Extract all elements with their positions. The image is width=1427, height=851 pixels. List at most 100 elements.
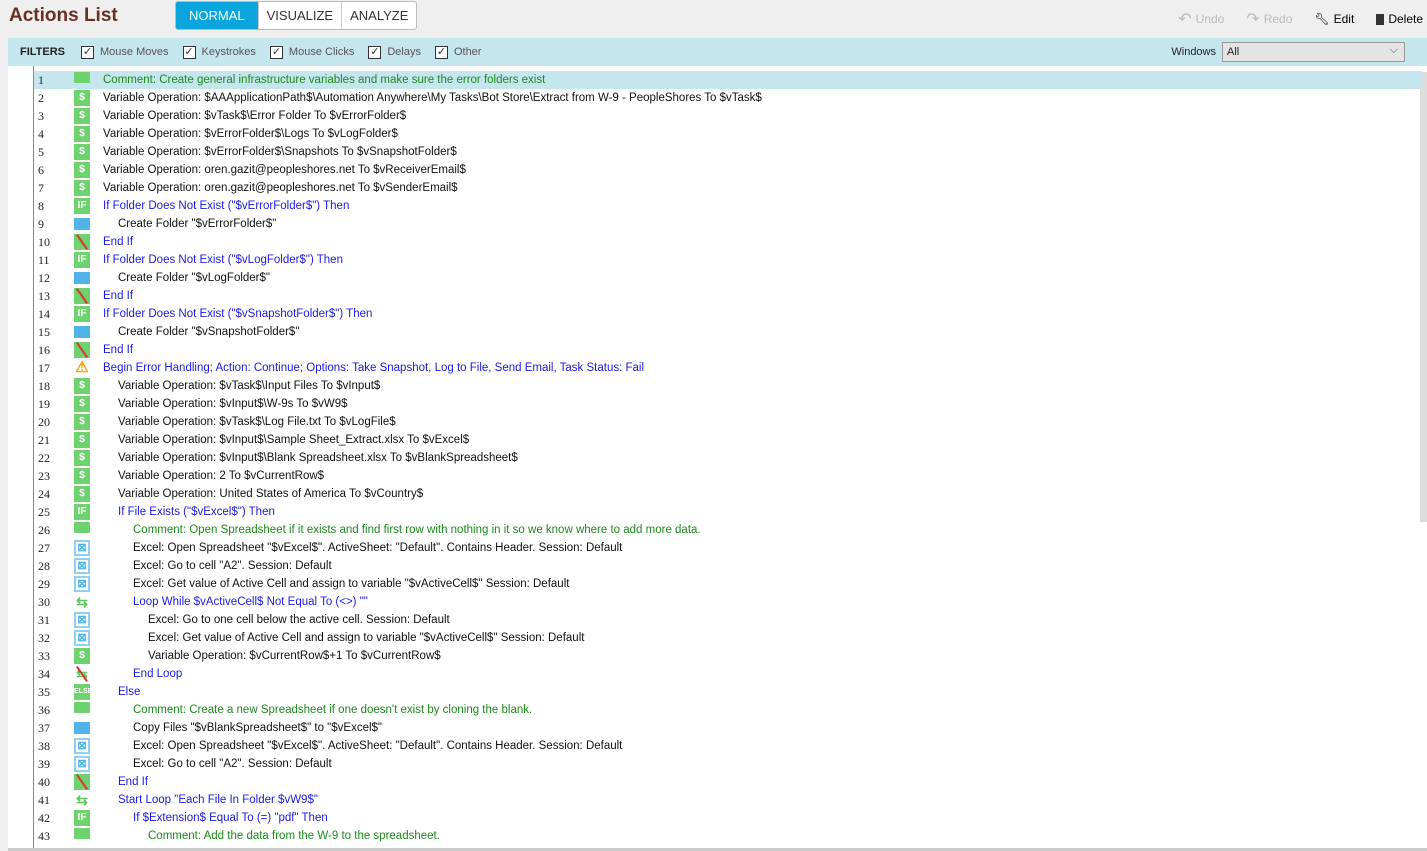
action-row[interactable]: 4 $ Variable Operation: $vErrorFolder$\L… [34,125,1422,143]
folder-icon [74,722,90,734]
action-row[interactable]: 43 Comment: Add the data from the W-9 to… [34,827,1422,845]
action-row[interactable]: 20 $ Variable Operation: $vTask$\Log Fil… [34,413,1422,431]
checkbox-checked-icon[interactable]: ✓ [269,45,283,59]
action-row[interactable]: 1 Comment: Create general infrastructure… [34,71,1422,89]
action-text: Excel: Go to cell "A2". Session: Default [133,560,332,572]
action-row[interactable]: 38 ⊠ Excel: Open Spreadsheet "$vExcel$".… [34,737,1422,755]
line-number: 33 [38,649,50,663]
action-row[interactable]: 32 ⊠ Excel: Get value of Active Cell and… [34,629,1422,647]
dollar-icon: $ [74,108,90,124]
action-text: If Folder Does Not Exist ("$vSnapshotFol… [103,308,373,320]
action-row[interactable]: 16 End If [34,341,1422,359]
filter-delays[interactable]: ✓ Delays [368,45,421,59]
action-row[interactable]: 29 ⊠ Excel: Get value of Active Cell and… [34,575,1422,593]
excel-icon: ⊠ [74,738,90,754]
action-row[interactable]: 11 IF If Folder Does Not Exist ("$vLogFo… [34,251,1422,269]
line-number: 35 [38,685,50,699]
action-row[interactable]: 2 $ Variable Operation: $AAApplicationPa… [34,89,1422,107]
action-row[interactable]: 14 IF If Folder Does Not Exist ("$vSnaps… [34,305,1422,323]
action-row[interactable]: 3 $ Variable Operation: $vTask$\Error Fo… [34,107,1422,125]
action-row[interactable]: 37 Copy Files "$vBlankSpreadsheet$" to "… [34,719,1422,737]
filter-mouse-moves[interactable]: ✓ Mouse Moves [81,45,169,59]
action-text: End If [103,236,134,248]
action-row[interactable]: 22 $ Variable Operation: $vInput$\Blank … [34,449,1422,467]
action-row[interactable]: 12 Create Folder "$vLogFolder$" [34,269,1422,287]
folder-icon [74,326,90,338]
checkbox-checked-icon[interactable]: ✓ [81,45,95,59]
action-text: Copy Files "$vBlankSpreadsheet$" to "$vE… [133,722,383,734]
dollar-icon: $ [74,90,90,106]
action-row[interactable]: 39 ⊠ Excel: Go to cell "A2". Session: De… [34,755,1422,773]
edit-button[interactable]: 🔧︎ Edit [1314,9,1354,29]
if-icon: IF [74,504,90,520]
action-row[interactable]: 8 IF If Folder Does Not Exist ("$vErrorF… [34,197,1422,215]
action-row[interactable]: 35 ELSE Else [34,683,1422,701]
tab-analyze[interactable]: ANALYZE [341,2,416,29]
action-row[interactable]: 30 ⇆ Loop While $vActiveCell$ Not Equal … [34,593,1422,611]
undo-button[interactable]: ↶ Undo [1178,9,1224,29]
action-row[interactable]: 6 $ Variable Operation: oren.gazit@peopl… [34,161,1422,179]
line-number: 14 [38,307,50,321]
line-number: 4 [38,127,44,141]
action-row[interactable]: 34 ⇆ End Loop [34,665,1422,683]
line-number: 26 [38,523,50,537]
filter-other[interactable]: ✓ Other [434,45,481,59]
action-row[interactable]: 19 $ Variable Operation: $vInput$\W-9s T… [34,395,1422,413]
checkbox-checked-icon[interactable]: ✓ [182,45,196,59]
action-row[interactable]: 7 $ Variable Operation: oren.gazit@peopl… [34,179,1422,197]
tab-visualize[interactable]: VISUALIZE [257,2,341,29]
action-row[interactable]: 24 $ Variable Operation: United States o… [34,485,1422,503]
action-text: End If [103,344,134,356]
action-row[interactable]: 27 ⊠ Excel: Open Spreadsheet "$vExcel$".… [34,539,1422,557]
tab-normal[interactable]: NORMAL [176,2,258,29]
line-number: 18 [38,379,50,393]
filter-keystrokes[interactable]: ✓ Keystrokes [182,45,256,59]
action-text: Variable Operation: $AAApplicationPath$\… [103,92,762,104]
action-row[interactable]: 10 End If [34,233,1422,251]
dollar-icon: $ [74,414,90,430]
excel-icon: ⊠ [74,756,90,772]
action-row[interactable]: 31 ⊠ Excel: Go to one cell below the act… [34,611,1422,629]
dollar-icon: $ [74,450,90,466]
line-number: 22 [38,451,50,465]
action-row[interactable]: 21 $ Variable Operation: $vInput$\Sample… [34,431,1422,449]
action-row[interactable]: 33 $ Variable Operation: $vCurrentRow$+1… [34,647,1422,665]
action-row[interactable]: 36 Comment: Create a new Spreadsheet if … [34,701,1422,719]
action-row[interactable]: 18 $ Variable Operation: $vTask$\Input F… [34,377,1422,395]
action-text: Excel: Go to cell "A2". Session: Default [133,758,332,770]
action-text: Variable Operation: United States of Ame… [118,488,424,500]
action-row[interactable]: 26 Comment: Open Spreadsheet if it exist… [34,521,1422,539]
action-row[interactable]: 42 IF If $Extension$ Equal To (=) "pdf" … [34,809,1422,827]
comment-icon [74,72,90,83]
action-row[interactable]: 17 ⚠ Begin Error Handling; Action: Conti… [34,359,1422,377]
line-number: 6 [38,163,44,177]
redo-button[interactable]: ↷ Redo [1246,9,1292,29]
dollar-icon: $ [74,432,90,448]
windows-select[interactable]: All [1222,41,1405,62]
action-row[interactable]: 41 ⇆ Start Loop "Each File In Folder $vW… [34,791,1422,809]
action-row[interactable]: 28 ⊠ Excel: Go to cell "A2". Session: De… [34,557,1422,575]
loop-icon: ⇆ [76,792,88,808]
action-text: Variable Operation: $vTask$\Error Folder… [103,110,407,122]
action-row[interactable]: 9 Create Folder "$vErrorFolder$" [34,215,1422,233]
checkbox-checked-icon[interactable]: ✓ [368,45,382,59]
action-row[interactable]: 15 Create Folder "$vSnapshotFolder$" [34,323,1422,341]
action-row[interactable]: 40 End If [34,773,1422,791]
filters-bar: FILTERS ✓ Mouse Moves ✓ Keystrokes ✓ Mouse … [8,38,1427,66]
action-row[interactable]: 23 $ Variable Operation: 2 To $vCurrentR… [34,467,1422,485]
filter-label: Delays [387,46,421,58]
action-text: Variable Operation: $vErrorFolder$\Logs … [103,128,398,140]
line-number: 12 [38,271,50,285]
action-text: Begin Error Handling; Action: Continue; … [103,362,645,374]
comment-icon [74,702,90,713]
action-text: If File Exists ("$vExcel$") Then [118,506,275,518]
line-number: 15 [38,325,50,339]
checkbox-checked-icon[interactable]: ✓ [434,45,448,59]
filter-mouse-clicks[interactable]: ✓ Mouse Clicks [269,45,354,59]
action-row[interactable]: 5 $ Variable Operation: $vErrorFolder$\S… [34,143,1422,161]
action-row[interactable]: 13 End If [34,287,1422,305]
action-text: Variable Operation: oren.gazit@peoplesho… [103,164,466,176]
delete-button[interactable]: Delete [1376,9,1423,29]
line-number: 42 [38,811,50,825]
action-row[interactable]: 25 IF If File Exists ("$vExcel$") Then [34,503,1422,521]
